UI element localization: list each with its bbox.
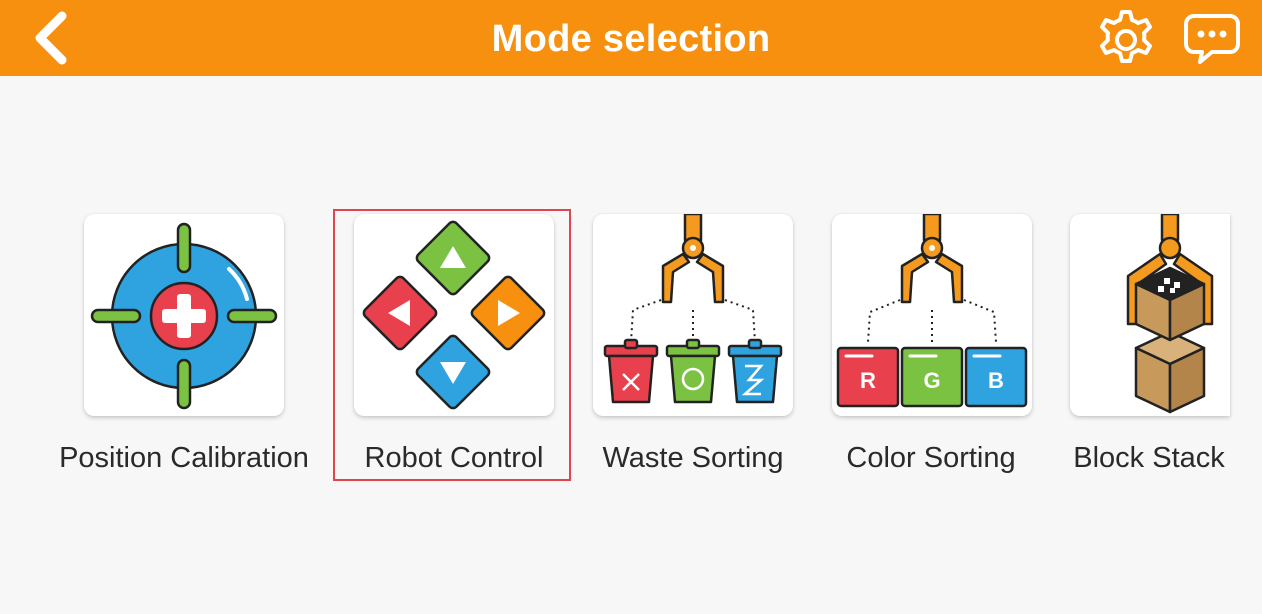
mode-label-waste-sorting[interactable]: Waste Sorting [573,436,813,480]
settings-button[interactable] [1094,8,1158,72]
directional-pad-icon [362,220,546,410]
mode-label-robot-control[interactable]: Robot Control [334,436,574,480]
mode-label-block-stack[interactable]: Block Stack [1056,436,1242,480]
top-bar: Mode selection [0,0,1262,76]
mode-label-color-sorting[interactable]: Color Sorting [811,436,1051,480]
gear-icon [1100,10,1152,63]
chevron-left-icon [35,11,67,65]
mode-card-position-calibration[interactable] [84,214,284,416]
page-title: Mode selection [491,18,771,60]
mode-card-block-stack[interactable] [1070,214,1230,416]
crosshair-plus-icon [90,222,278,410]
mode-label-position-calibration[interactable]: Position Calibration [44,436,324,480]
back-button[interactable] [26,8,82,68]
chat-bubble-icon [1184,14,1240,64]
block-letter-g: G [923,368,940,393]
block-letter-r: R [860,368,876,393]
block-letter-b: B [988,368,1004,393]
gripper-trash-bins-icon [603,214,783,404]
chat-button[interactable] [1182,10,1242,68]
mode-card-robot-control[interactable] [354,214,554,416]
mode-card-color-sorting[interactable]: R G B [832,214,1032,416]
mode-card-waste-sorting[interactable] [593,214,793,416]
gripper-rgb-blocks-icon: R G B [836,214,1028,408]
gripper-stacked-blocks-icon [1126,214,1214,414]
